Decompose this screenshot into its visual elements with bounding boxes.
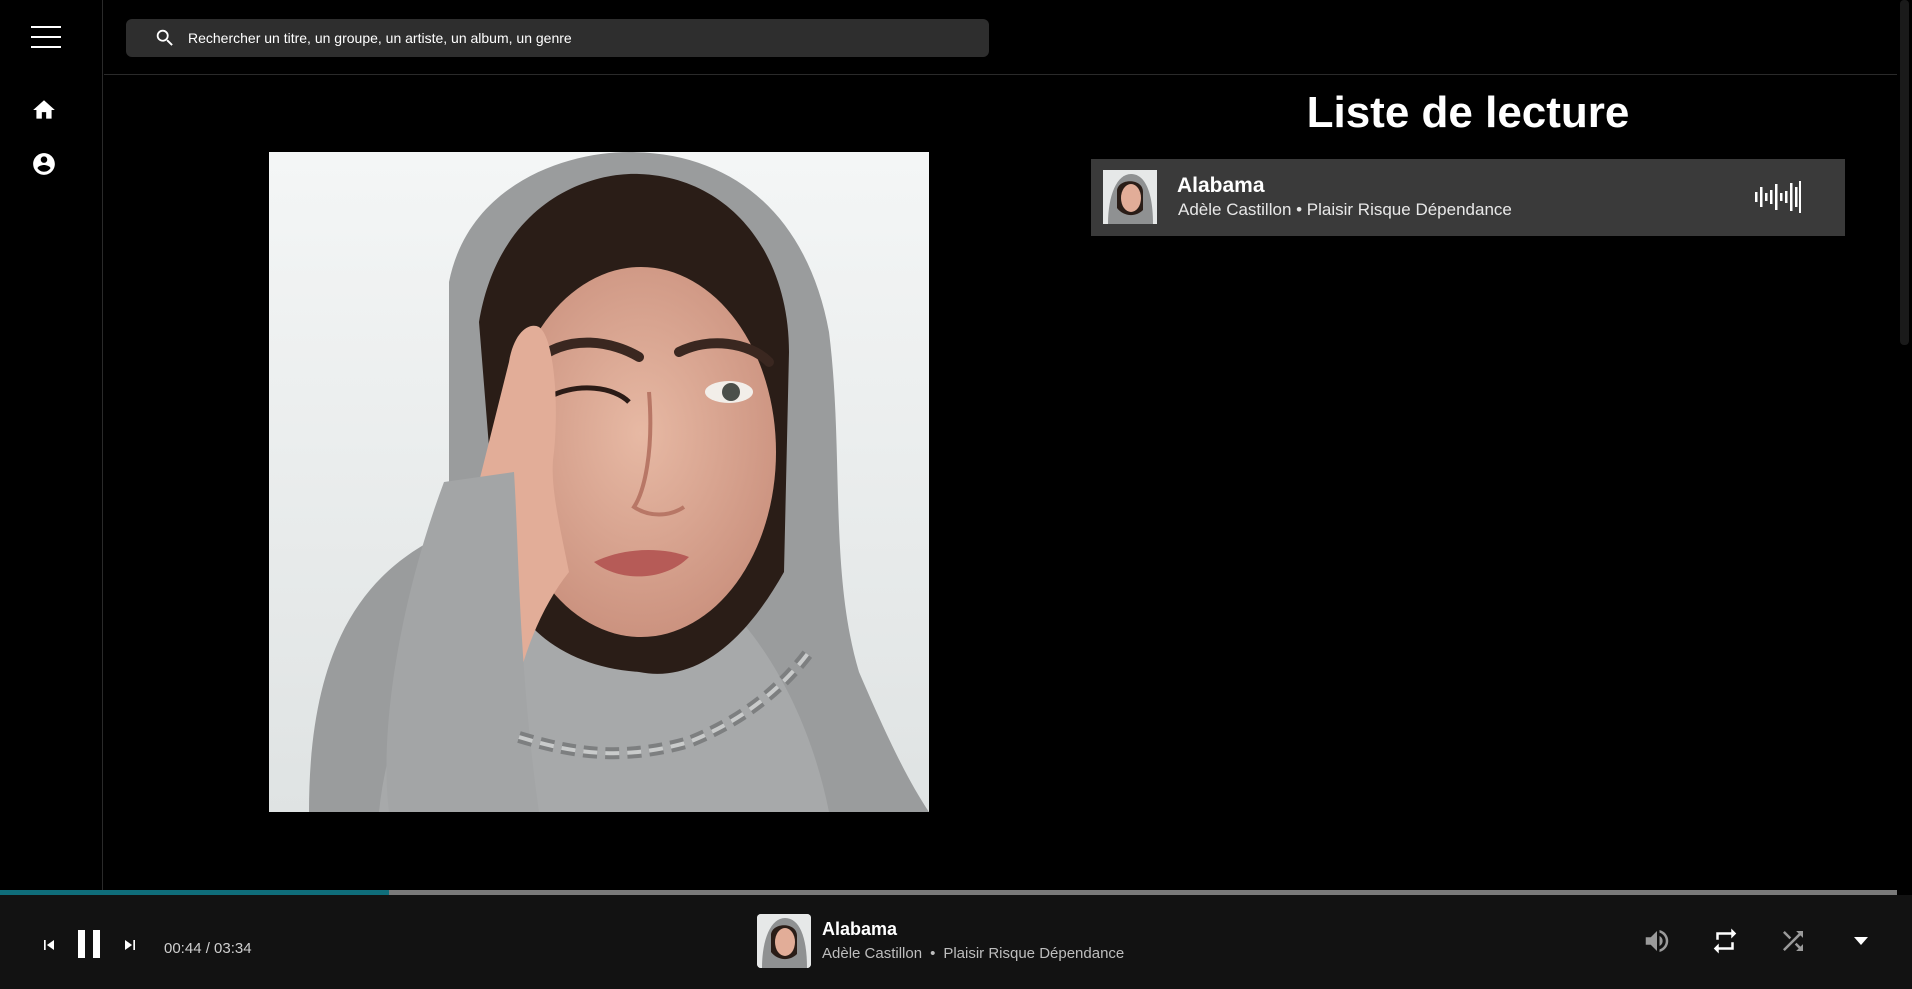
track-title: Alabama <box>1177 174 1265 197</box>
now-playing-artist: Adèle Castillon <box>822 945 923 962</box>
scrollbar-thumb[interactable] <box>1900 0 1909 345</box>
scrollbar[interactable] <box>1897 0 1912 890</box>
player-bar: 00:44 / 03:34 Alabama Adèle Castillon • Pl… <box>0 895 1912 989</box>
repeat-icon[interactable] <box>1710 926 1740 956</box>
separator: • <box>930 945 936 962</box>
search-input[interactable] <box>186 29 989 47</box>
chevron-down-icon[interactable] <box>1850 931 1872 951</box>
volume-icon[interactable] <box>1642 926 1672 956</box>
shuffle-icon[interactable] <box>1778 926 1808 956</box>
track-thumbnail <box>1103 170 1157 224</box>
home-icon[interactable] <box>31 97 57 123</box>
previous-track-icon[interactable] <box>39 935 59 955</box>
playlist-title: Liste de lecture <box>1306 88 1630 137</box>
album-cover <box>269 152 929 812</box>
equalizer-icon <box>1755 181 1801 213</box>
account-icon[interactable] <box>31 151 57 177</box>
now-playing-thumbnail <box>757 914 811 968</box>
now-playing-subtitle: Adèle Castillon • Plaisir Risque Dépendanc… <box>822 945 1124 962</box>
now-playing-title: Alabama <box>822 919 898 939</box>
now-playing-album: Plaisir Risque Dépendance <box>943 945 1125 962</box>
search-icon <box>156 29 173 46</box>
search-bar[interactable] <box>126 19 989 57</box>
hamburger-menu-icon[interactable] <box>31 26 61 48</box>
next-track-icon[interactable] <box>120 935 140 955</box>
top-bar <box>104 0 1897 75</box>
playlist-track-row[interactable]: Alabama Adèle Castillon • Plaisir Risque… <box>1091 159 1845 236</box>
track-subtitle: Adèle Castillon • Plaisir Risque Dépenda… <box>1178 200 1512 219</box>
pause-icon[interactable] <box>76 928 102 960</box>
playback-time: 00:44 / 03:34 <box>164 940 252 957</box>
sidebar <box>0 0 103 890</box>
